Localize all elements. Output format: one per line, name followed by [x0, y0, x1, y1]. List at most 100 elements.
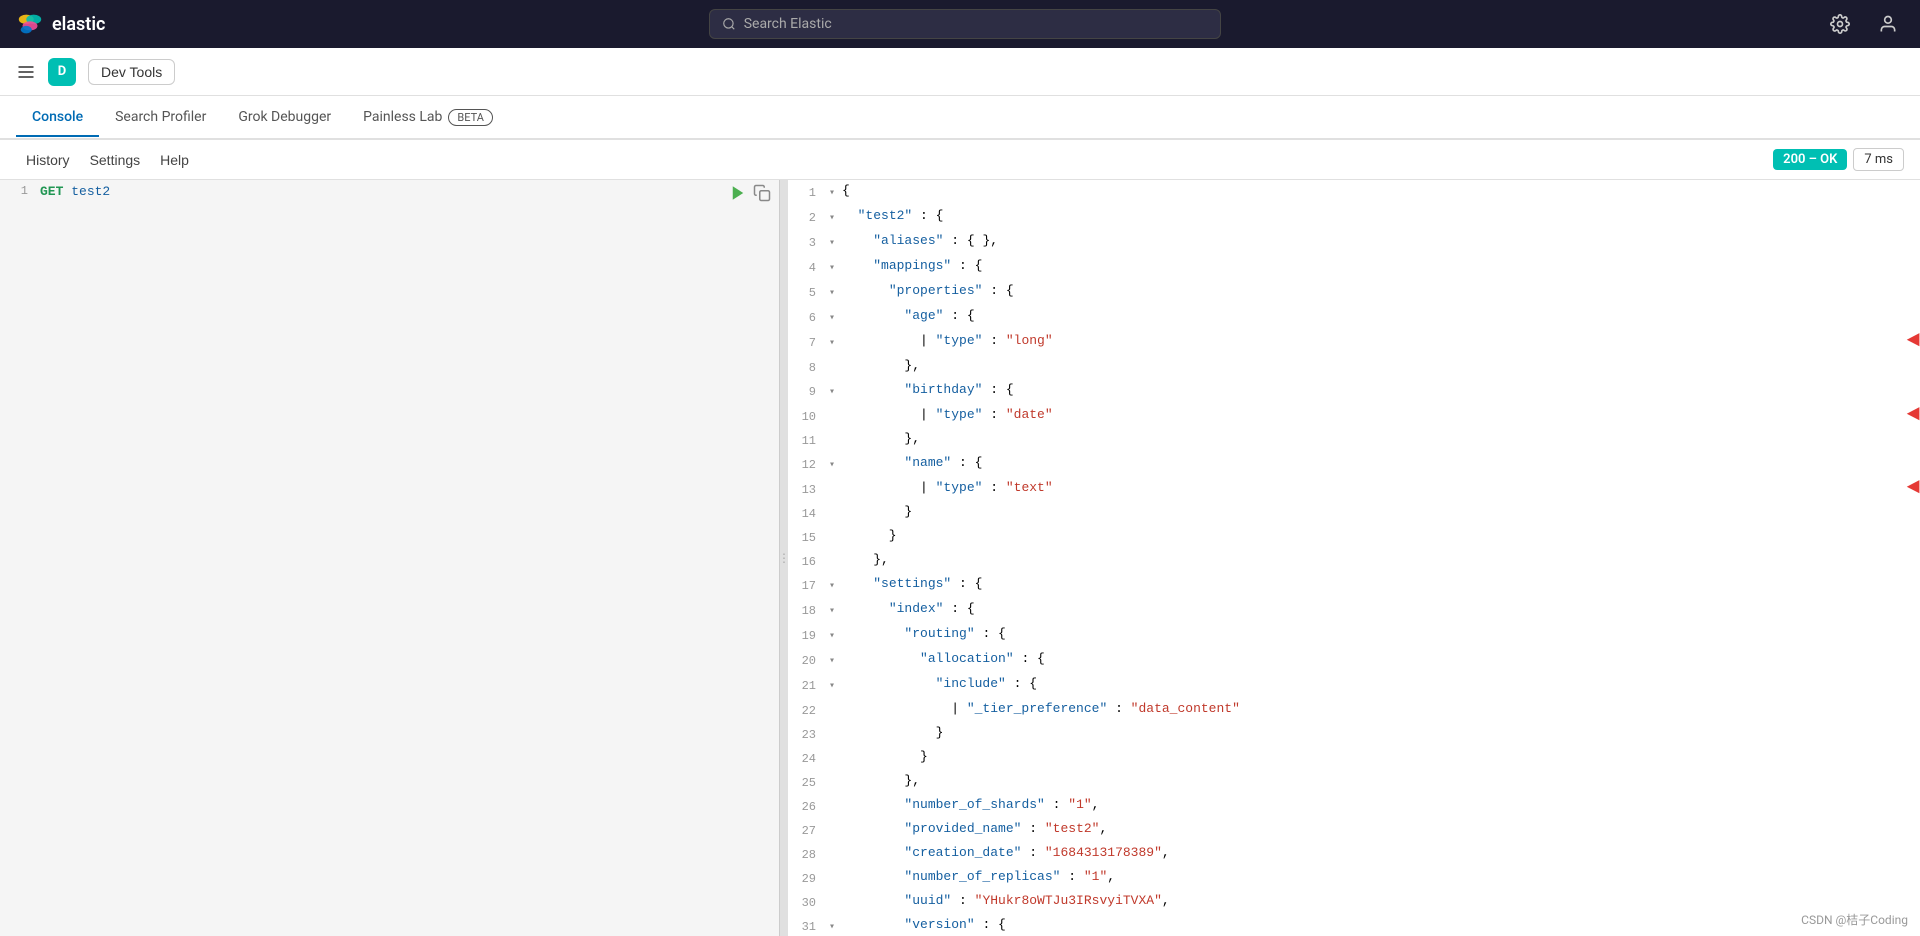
output-line-number: 3 [788, 230, 824, 254]
watermark: CSDN @桔子Coding [1801, 911, 1908, 928]
output-line-content: | "type" : "long" [840, 330, 1899, 352]
fold-arrow[interactable]: ▾ [824, 205, 840, 230]
output-line-content: "age" : { [840, 305, 1920, 327]
fold-arrow [824, 549, 840, 552]
output-line-content: } [840, 525, 1920, 547]
output-line: 14 } [788, 501, 1920, 525]
output-line-number: 29 [788, 866, 824, 890]
output-line-content: "provided_name" : "test2", [840, 818, 1920, 840]
fold-arrow[interactable]: ▾ [824, 330, 840, 355]
output-line-number: 24 [788, 746, 824, 770]
output-line-content: "version" : { [840, 914, 1920, 936]
annotation-arrow: ◄ [1907, 404, 1920, 426]
output-line-number: 17 [788, 573, 824, 597]
fold-arrow [824, 698, 840, 701]
line-content-1[interactable]: GET test2 [36, 184, 779, 199]
output-line-number: 12 [788, 452, 824, 476]
keyword-get: GET [40, 184, 63, 199]
fold-arrow [824, 770, 840, 773]
output-line-content: "mappings" : { [840, 255, 1920, 277]
output-line: 15 } [788, 525, 1920, 549]
output-line: 13 | "type" : "text"◄ [788, 477, 1920, 501]
tab-search-profiler[interactable]: Search Profiler [99, 99, 222, 137]
panel-divider[interactable]: ⋮ [780, 180, 788, 936]
fold-arrow[interactable]: ▾ [824, 623, 840, 648]
output-line: 30 "uuid" : "YHukr8oWTJu3IRsvyiTVXA", [788, 890, 1920, 914]
search-bar[interactable]: Search Elastic [709, 9, 1221, 39]
output-line-number: 18 [788, 598, 824, 622]
output-line-number: 31 [788, 914, 824, 936]
output-line-content: "test2" : { [840, 205, 1920, 227]
tab-console[interactable]: Console [16, 99, 99, 137]
hamburger-button[interactable] [16, 62, 36, 82]
settings-button[interactable]: Settings [80, 148, 151, 172]
output-line-content: "index" : { [840, 598, 1920, 620]
fold-arrow [824, 890, 840, 893]
output-line: 7▾ | "type" : "long"◄ [788, 330, 1920, 355]
fold-arrow[interactable]: ▾ [824, 379, 840, 404]
nav-settings-icon[interactable] [1824, 8, 1856, 40]
output-line-content: }, [840, 770, 1920, 792]
output-line: 22 | "_tier_preference" : "data_content" [788, 698, 1920, 722]
output-line: 2▾ "test2" : { [788, 205, 1920, 230]
output-line-number: 11 [788, 428, 824, 452]
output-line-number: 19 [788, 623, 824, 647]
nav-user-icon[interactable] [1872, 8, 1904, 40]
output-line: 12▾ "name" : { [788, 452, 1920, 477]
output-line-number: 5 [788, 280, 824, 304]
fold-arrow[interactable]: ▾ [824, 573, 840, 598]
output-line-number: 20 [788, 648, 824, 672]
fold-arrow [824, 818, 840, 821]
copy-button[interactable] [753, 184, 771, 202]
output-line-content: "name" : { [840, 452, 1920, 474]
top-navbar: elastic Search Elastic [0, 0, 1920, 48]
output-line-number: 28 [788, 842, 824, 866]
nav-icons [1824, 8, 1904, 40]
output-line-number: 8 [788, 355, 824, 379]
fold-arrow[interactable]: ▾ [824, 598, 840, 623]
output-line: 5▾ "properties" : { [788, 280, 1920, 305]
help-button[interactable]: Help [150, 148, 199, 172]
output-line: 24 } [788, 746, 1920, 770]
elastic-logo-text: elastic [52, 14, 105, 35]
left-panel: 1 GET test2 [0, 180, 780, 936]
fold-arrow[interactable]: ▾ [824, 648, 840, 673]
fold-arrow [824, 794, 840, 797]
output-line: 3▾ "aliases" : { }, [788, 230, 1920, 255]
search-placeholder: Search Elastic [744, 16, 832, 32]
beta-badge: BETA [448, 109, 493, 126]
output-line-content: "birthday" : { [840, 379, 1920, 401]
fold-arrow[interactable]: ▾ [824, 914, 840, 936]
output-line-number: 6 [788, 305, 824, 329]
history-button[interactable]: History [16, 148, 80, 172]
fold-arrow[interactable]: ▾ [824, 673, 840, 698]
output-line-number: 27 [788, 818, 824, 842]
fold-arrow[interactable]: ▾ [824, 180, 840, 205]
output-line: 9▾ "birthday" : { [788, 379, 1920, 404]
dev-tools-button[interactable]: Dev Tools [88, 59, 175, 85]
output-line-number: 26 [788, 794, 824, 818]
annotation-arrow: ◄ [1907, 477, 1920, 499]
output-line-content: "number_of_replicas" : "1", [840, 866, 1920, 888]
toolbar: History Settings Help 200 – OK 7 ms [0, 140, 1920, 180]
status-badge: 200 – OK [1773, 149, 1847, 170]
fold-arrow[interactable]: ▾ [824, 230, 840, 255]
output-line-number: 2 [788, 205, 824, 229]
user-avatar: D [48, 58, 76, 86]
output-line-number: 14 [788, 501, 824, 525]
output-line: 8 }, [788, 355, 1920, 379]
fold-arrow[interactable]: ▾ [824, 255, 840, 280]
output-line-content: }, [840, 549, 1920, 571]
fold-arrow[interactable]: ▾ [824, 452, 840, 477]
output-line: 26 "number_of_shards" : "1", [788, 794, 1920, 818]
fold-arrow [824, 525, 840, 528]
elastic-logo: elastic [16, 10, 105, 38]
run-button[interactable] [729, 184, 747, 202]
fold-arrow[interactable]: ▾ [824, 280, 840, 305]
fold-arrow [824, 842, 840, 845]
fold-arrow[interactable]: ▾ [824, 305, 840, 330]
output-line: 11 }, [788, 428, 1920, 452]
tab-painless-lab[interactable]: Painless Lab BETA [347, 99, 509, 138]
output-line-number: 7 [788, 330, 824, 354]
tab-grok-debugger[interactable]: Grok Debugger [222, 99, 347, 137]
